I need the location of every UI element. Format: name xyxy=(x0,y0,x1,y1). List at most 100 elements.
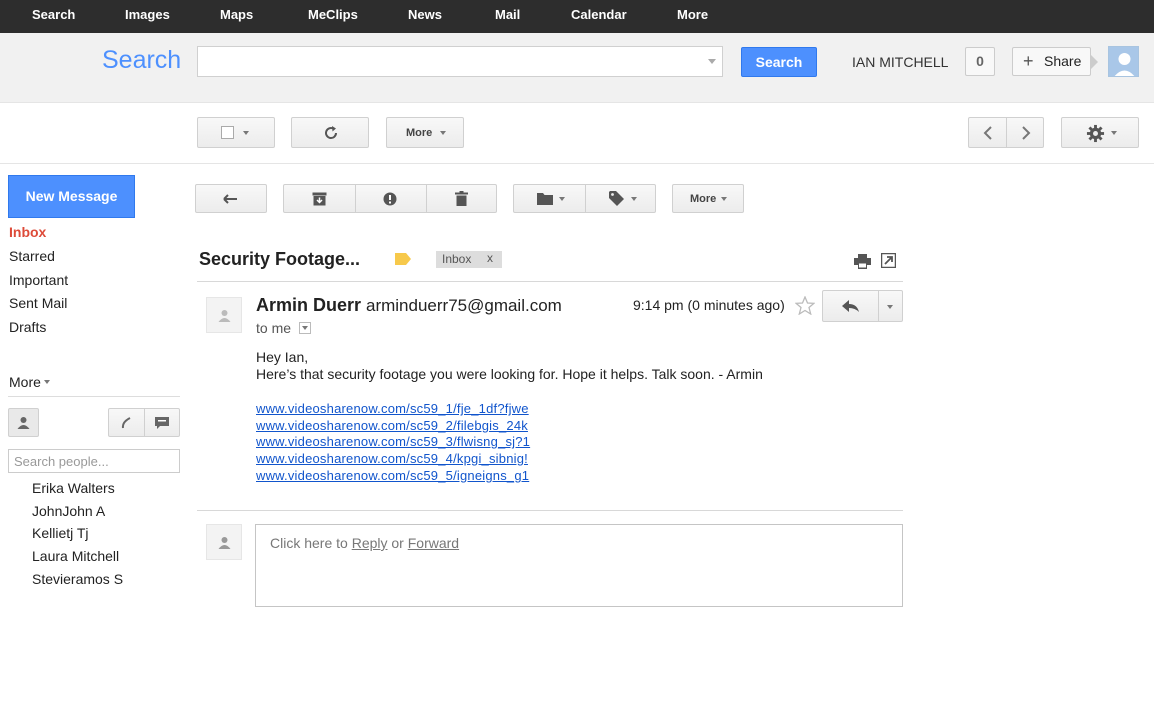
select-checkbox-button[interactable] xyxy=(197,117,275,148)
topnav-search[interactable]: Search xyxy=(32,7,75,22)
topnav-meclips[interactable]: MeClips xyxy=(308,7,358,22)
call-chat-button-group xyxy=(108,408,180,437)
chevron-down-icon[interactable] xyxy=(887,305,893,309)
sidebar-item-starred[interactable]: Starred xyxy=(9,248,55,264)
message-relative-time: (0 minutes ago) xyxy=(687,297,785,313)
label-name: Inbox xyxy=(442,252,472,266)
topnav-calendar[interactable]: Calendar xyxy=(571,7,627,22)
sidebar-item-inbox[interactable]: Inbox xyxy=(9,224,46,240)
reply-box[interactable]: Click here to Reply or Forward xyxy=(255,524,903,607)
message-body: Here’s that security footage you were lo… xyxy=(256,366,763,382)
search-box[interactable] xyxy=(197,46,723,77)
trash-icon[interactable] xyxy=(455,191,468,206)
message-link[interactable]: www.videosharenow.com/sc59_1/fje_1df?fjw… xyxy=(256,401,529,416)
move-label-group xyxy=(513,184,656,213)
divider xyxy=(878,291,879,321)
message-link[interactable]: www.videosharenow.com/sc59_2/filebgis_24… xyxy=(256,418,528,433)
chat-icon[interactable] xyxy=(154,416,170,430)
chevron-down-icon xyxy=(1111,131,1117,135)
reply-link[interactable]: Reply xyxy=(352,535,388,551)
share-button[interactable]: + Share xyxy=(1012,47,1091,76)
reply-hint: Click here to Reply or Forward xyxy=(270,535,459,551)
contact-item[interactable]: Laura Mitchell xyxy=(32,548,119,564)
chevron-right-icon[interactable] xyxy=(1020,126,1032,140)
sender-avatar[interactable] xyxy=(206,297,242,333)
topnav-images[interactable]: Images xyxy=(125,7,170,22)
sidebar-more[interactable]: More xyxy=(9,374,41,390)
sidebar-item-drafts[interactable]: Drafts xyxy=(9,319,46,335)
reply-hint-prefix: Click here to xyxy=(270,535,352,551)
gear-icon xyxy=(1086,124,1105,143)
notification-count[interactable]: 0 xyxy=(965,47,995,76)
refresh-button[interactable] xyxy=(291,117,369,148)
topnav-maps[interactable]: Maps xyxy=(220,7,253,22)
report-spam-icon[interactable] xyxy=(383,192,397,206)
chevron-left-icon[interactable] xyxy=(982,126,994,140)
sidebar-item-sent-mail[interactable]: Sent Mail xyxy=(9,295,67,311)
contact-item[interactable]: JohnJohn A xyxy=(32,503,105,519)
divider xyxy=(197,510,903,511)
remove-label-icon[interactable]: x xyxy=(487,251,493,265)
divider xyxy=(197,281,903,282)
search-options-caret-icon[interactable] xyxy=(708,59,716,64)
message-link[interactable]: www.videosharenow.com/sc59_5/igneigns_g1 xyxy=(256,468,529,483)
chevron-down-icon xyxy=(721,197,727,201)
pager-button-group xyxy=(968,117,1044,148)
search-button[interactable]: Search xyxy=(741,47,817,77)
back-arrow-icon xyxy=(223,194,237,204)
inbox-label-chip: Inbox x xyxy=(436,251,502,268)
checkbox-icon[interactable] xyxy=(221,126,234,139)
username[interactable]: IAN MITCHELL xyxy=(852,54,948,70)
search-people-input[interactable] xyxy=(9,450,179,472)
message-more-label: More xyxy=(690,193,717,205)
user-avatar[interactable] xyxy=(1108,46,1139,77)
plus-icon: + xyxy=(1023,51,1034,71)
print-icon[interactable] xyxy=(854,254,871,269)
message-link[interactable]: www.videosharenow.com/sc59_3/flwisng_sj?… xyxy=(256,434,530,449)
chevron-down-icon xyxy=(44,380,50,384)
search-input[interactable] xyxy=(198,47,694,74)
back-button[interactable] xyxy=(195,184,267,213)
share-label: Share xyxy=(1044,53,1082,69)
topnav-more[interactable]: More xyxy=(677,7,708,22)
sender-email: arminduerr75@gmail.com xyxy=(366,296,562,315)
message-more-button[interactable]: More xyxy=(672,184,744,213)
tag-icon[interactable] xyxy=(609,191,624,206)
forward-link[interactable]: Forward xyxy=(408,535,459,551)
person-icon xyxy=(218,537,231,549)
folder-icon[interactable] xyxy=(537,193,553,205)
message-greeting: Hey Ian, xyxy=(256,349,309,365)
sender-name[interactable]: Armin Duerr xyxy=(256,295,361,316)
contacts-tab-button[interactable] xyxy=(8,408,39,437)
topnav-mail[interactable]: Mail xyxy=(495,7,520,22)
avatar-silhouette-icon xyxy=(1109,47,1138,76)
new-message-button[interactable]: New Message xyxy=(8,175,135,218)
contact-item[interactable]: Erika Walters xyxy=(32,480,115,496)
top-nav-bar: Search Images Maps MeClips News Mail Cal… xyxy=(0,0,1154,33)
logo[interactable]: Search xyxy=(102,46,181,75)
share-arrow-icon xyxy=(1091,55,1098,69)
reply-hint-or: or xyxy=(387,535,408,551)
more-actions-button[interactable]: More xyxy=(386,117,464,148)
divider xyxy=(426,185,427,212)
message-link[interactable]: www.videosharenow.com/sc59_4/kpgi_sibnig… xyxy=(256,451,528,466)
contact-item[interactable]: Kellietj Tj xyxy=(32,525,89,541)
chevron-down-icon xyxy=(559,197,565,201)
topnav-news[interactable]: News xyxy=(408,7,442,22)
phone-icon[interactable] xyxy=(120,416,134,430)
important-marker-icon[interactable] xyxy=(395,253,411,265)
settings-button[interactable] xyxy=(1061,117,1139,148)
sidebar-item-important[interactable]: Important xyxy=(9,272,68,288)
reply-icon[interactable] xyxy=(842,300,860,313)
reply-button-group xyxy=(822,290,903,322)
recipient-summary: to me xyxy=(256,320,292,336)
archive-icon[interactable] xyxy=(312,192,327,206)
divider xyxy=(585,185,586,212)
new-window-icon[interactable] xyxy=(881,253,896,268)
show-details-icon[interactable] xyxy=(299,322,311,334)
person-icon xyxy=(17,417,30,429)
refresh-icon xyxy=(325,126,338,139)
star-icon[interactable] xyxy=(795,296,815,315)
contact-item[interactable]: Stevieramos S xyxy=(32,571,123,587)
search-people-box[interactable] xyxy=(8,449,180,473)
